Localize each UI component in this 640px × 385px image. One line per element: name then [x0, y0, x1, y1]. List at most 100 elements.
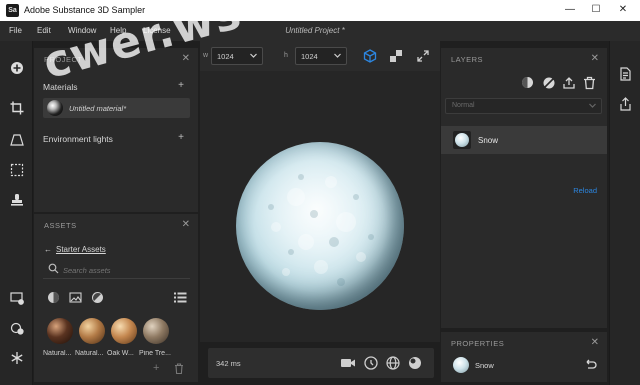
material-thumbnail [47, 100, 63, 116]
close-icon[interactable]: ✕ [591, 53, 599, 64]
chevron-down-icon [333, 51, 342, 62]
properties-item: Snow [441, 354, 607, 378]
3d-view-icon[interactable] [363, 49, 377, 65]
menu-bar: File Edit Window Help License Untitled P… [0, 21, 640, 41]
material-ball-icon[interactable] [407, 355, 423, 371]
viewport-toolbar: 1024 w h 1024 [200, 41, 440, 71]
starter-assets-link[interactable]: Starter Assets [56, 245, 106, 254]
add-paint-layer-icon[interactable] [542, 76, 556, 90]
layer-item-snow[interactable]: Snow [441, 126, 607, 154]
layers-panel-title: LAYERS [451, 55, 484, 64]
close-icon[interactable]: ✕ [591, 337, 599, 348]
material-item-label: Untitled material* [69, 104, 127, 113]
sphere-texture [268, 174, 374, 286]
close-icon[interactable]: ✕ [182, 53, 190, 64]
project-panel-title: PROJECT [44, 55, 83, 64]
perspective-icon[interactable] [8, 131, 25, 148]
maximize-button[interactable]: ☐ [582, 2, 610, 18]
close-icon[interactable]: ✕ [182, 219, 190, 230]
add-environment-button[interactable]: + [178, 132, 184, 143]
add-material-button[interactable]: + [178, 80, 184, 91]
crop-icon[interactable] [8, 99, 25, 116]
chevron-down-icon [588, 101, 597, 112]
properties-thumbnail [453, 357, 469, 373]
add-asset-icon[interactable]: + [153, 362, 159, 374]
asset-thumbnail [143, 318, 169, 344]
reload-button[interactable]: Reload [573, 186, 597, 195]
fullscreen-icon[interactable] [416, 49, 430, 65]
environment-lights-title: Environment lights [43, 134, 113, 144]
globe-icon[interactable] [385, 355, 401, 371]
search-input[interactable] [63, 264, 183, 276]
back-to-starter-assets[interactable]: ← Starter Assets [44, 245, 106, 254]
environment-rotate-icon[interactable] [363, 355, 379, 371]
atom-icon[interactable] [8, 319, 25, 336]
asset-name: Natural... [43, 350, 72, 357]
material-item[interactable]: Untitled material* [43, 98, 190, 118]
assets-panel-title: ASSETS [44, 221, 77, 230]
width-value: 1024 [217, 52, 234, 61]
height-select[interactable]: 1024 [295, 47, 347, 65]
width-select[interactable]: 1024 [211, 47, 263, 65]
menu-window[interactable]: Window [68, 26, 96, 35]
render-time: 342 ms [216, 359, 241, 368]
project-title: Untitled Project * [285, 26, 345, 35]
project-panel: PROJECT ✕ Materials + Untitled material*… [34, 48, 198, 212]
images-filter-icon[interactable] [69, 291, 83, 305]
share-icon[interactable] [619, 97, 632, 113]
properties-panel: PROPERTIES ✕ Snow [441, 332, 607, 382]
reset-icon[interactable] [583, 358, 597, 374]
minimize-button[interactable]: — [556, 2, 584, 18]
height-label: h [284, 52, 288, 59]
close-window-button[interactable]: ✕ [609, 2, 637, 18]
materials-section-title: Materials [43, 82, 78, 92]
right-toolbar [609, 41, 640, 385]
layer-thumbnail [453, 131, 471, 149]
asset-search [43, 261, 190, 279]
project-panel-header: PROJECT ✕ [34, 48, 198, 68]
blend-mode-value: Normal [452, 102, 475, 109]
list-view-icon[interactable] [174, 291, 188, 305]
environment-filter-icon[interactable] [91, 291, 105, 305]
chevron-down-icon [249, 51, 258, 62]
materials-filter-icon[interactable] [47, 291, 61, 305]
asset-name: Pine Tre... [139, 350, 171, 357]
asset-thumbnail [79, 318, 105, 344]
title-bar: Sa Adobe Substance 3D Sampler — ☐ ✕ [0, 0, 640, 21]
plus-circle-icon[interactable] [8, 59, 25, 76]
export-doc-icon[interactable] [619, 67, 632, 83]
add-filter-icon[interactable] [521, 76, 535, 90]
assets-panel: ASSETS ✕ ← Starter Assets Natural... Natu… [34, 214, 198, 382]
menu-help[interactable]: Help [110, 26, 126, 35]
display-settings-icon[interactable] [8, 289, 25, 306]
layers-panel: LAYERS ✕ Normal Snow Reload [441, 48, 607, 328]
asset-item[interactable]: Oak W... [107, 318, 139, 357]
properties-panel-title: PROPERTIES [451, 339, 505, 348]
asset-name: Natural... [75, 350, 104, 357]
camera-icon[interactable] [340, 355, 356, 371]
2d-view-icon[interactable] [389, 49, 403, 65]
asset-name: Oak W... [107, 350, 134, 357]
menu-license[interactable]: License [143, 26, 171, 35]
export-layer-icon[interactable] [562, 76, 576, 90]
select-icon[interactable] [8, 161, 25, 178]
app-logo-icon: Sa [6, 4, 19, 17]
trash-icon[interactable] [174, 363, 184, 376]
properties-item-label: Snow [475, 361, 494, 370]
delete-layer-icon[interactable] [583, 76, 597, 90]
menu-edit[interactable]: Edit [37, 26, 51, 35]
window-title: Adobe Substance 3D Sampler [24, 5, 146, 15]
snowflake-icon[interactable] [8, 349, 25, 366]
layers-panel-header: LAYERS ✕ [441, 48, 607, 68]
asset-thumbnail [47, 318, 73, 344]
asset-thumbnail [111, 318, 137, 344]
stamp-icon[interactable] [8, 191, 25, 208]
asset-item[interactable]: Pine Tre... [139, 318, 171, 357]
asset-item[interactable]: Natural... [75, 318, 107, 357]
blend-mode-select[interactable]: Normal [445, 98, 602, 114]
properties-panel-header: PROPERTIES ✕ [441, 332, 607, 352]
viewport-status-bar: 342 ms [208, 348, 434, 378]
asset-item[interactable]: Natural... [43, 318, 75, 357]
menu-file[interactable]: File [9, 26, 22, 35]
search-icon [48, 263, 59, 276]
